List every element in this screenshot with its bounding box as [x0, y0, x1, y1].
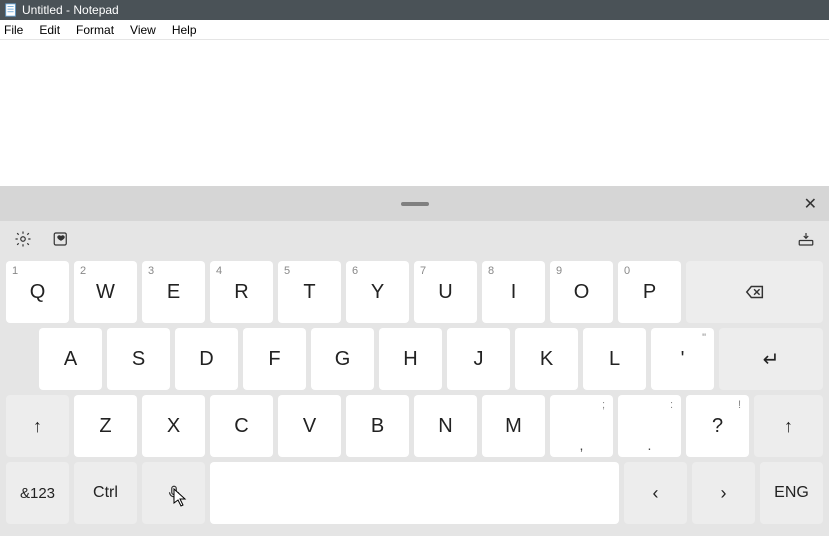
key-i[interactable]: 8I	[482, 261, 545, 323]
key-arrow-right[interactable]: ›	[692, 462, 755, 524]
key-o[interactable]: 9O	[550, 261, 613, 323]
key-arrow-left[interactable]: ‹	[624, 462, 687, 524]
key-u[interactable]: 7U	[414, 261, 477, 323]
titlebar: Untitled - Notepad	[0, 0, 829, 20]
keyboard-row-1: 1Q 2W 3E 4R 5T 6Y 7U 8I 9O 0P	[6, 261, 823, 323]
key-f[interactable]: F	[243, 328, 306, 390]
menu-help[interactable]: Help	[164, 21, 205, 39]
keyboard-close-button[interactable]: ✕	[804, 194, 817, 214]
key-t[interactable]: 5T	[278, 261, 341, 323]
shift-icon: ↑	[784, 416, 793, 437]
keyboard-topbar: ✕	[0, 186, 829, 221]
key-apostrophe[interactable]: "'	[651, 328, 714, 390]
notepad-icon	[4, 3, 18, 17]
key-j[interactable]: J	[447, 328, 510, 390]
key-s[interactable]: S	[107, 328, 170, 390]
key-v[interactable]: V	[278, 395, 341, 457]
favorite-icon[interactable]	[52, 230, 70, 248]
menu-edit[interactable]: Edit	[31, 21, 68, 39]
chevron-left-icon: ‹	[653, 483, 659, 504]
key-k[interactable]: K	[515, 328, 578, 390]
keyboard-row-2: A S D F G H J K L "' ↵	[6, 328, 823, 390]
menubar: File Edit Format View Help	[0, 20, 829, 40]
window-title: Untitled - Notepad	[22, 3, 119, 17]
key-w[interactable]: 2W	[74, 261, 137, 323]
key-enter[interactable]: ↵	[719, 328, 823, 390]
key-symbols[interactable]: &123	[6, 462, 69, 524]
dock-keyboard-icon[interactable]	[797, 230, 815, 248]
key-shift-right[interactable]: ↑	[754, 395, 823, 457]
key-period[interactable]: :.	[618, 395, 681, 457]
key-n[interactable]: N	[414, 395, 477, 457]
chevron-right-icon: ›	[721, 483, 727, 504]
key-h[interactable]: H	[379, 328, 442, 390]
menu-view[interactable]: View	[122, 21, 164, 39]
key-b[interactable]: B	[346, 395, 409, 457]
keyboard-row-4: &123 Ctrl ‹ › ENG	[6, 462, 823, 524]
key-a[interactable]: A	[39, 328, 102, 390]
key-q[interactable]: 1Q	[6, 261, 69, 323]
enter-icon: ↵	[763, 347, 780, 372]
key-backspace[interactable]	[686, 261, 823, 323]
settings-icon[interactable]	[14, 230, 32, 248]
key-c[interactable]: C	[210, 395, 273, 457]
key-p[interactable]: 0P	[618, 261, 681, 323]
key-shift-left[interactable]: ↑	[6, 395, 69, 457]
key-x[interactable]: X	[142, 395, 205, 457]
key-d[interactable]: D	[175, 328, 238, 390]
backspace-icon	[744, 281, 766, 303]
shift-icon: ↑	[33, 416, 42, 437]
keyboard-grip-handle[interactable]	[401, 202, 429, 206]
microphone-icon	[165, 484, 183, 502]
key-z[interactable]: Z	[74, 395, 137, 457]
key-language[interactable]: ENG	[760, 462, 823, 524]
key-y[interactable]: 6Y	[346, 261, 409, 323]
keyboard-rows: 1Q 2W 3E 4R 5T 6Y 7U 8I 9O 0P A	[0, 261, 829, 536]
menu-file[interactable]: File	[0, 21, 31, 39]
keyboard-row-3: ↑ Z X C V B N M ;, :. !? ↑	[6, 395, 823, 457]
key-space[interactable]	[210, 462, 619, 524]
key-l[interactable]: L	[583, 328, 646, 390]
key-ctrl[interactable]: Ctrl	[74, 462, 137, 524]
menu-format[interactable]: Format	[68, 21, 122, 39]
key-microphone[interactable]	[142, 462, 205, 524]
keyboard-toolbar	[0, 221, 829, 256]
key-question[interactable]: !?	[686, 395, 749, 457]
text-area[interactable]	[0, 40, 829, 186]
key-g[interactable]: G	[311, 328, 374, 390]
key-r[interactable]: 4R	[210, 261, 273, 323]
key-m[interactable]: M	[482, 395, 545, 457]
key-e[interactable]: 3E	[142, 261, 205, 323]
onscreen-keyboard: ✕	[0, 186, 829, 536]
key-comma[interactable]: ;,	[550, 395, 613, 457]
